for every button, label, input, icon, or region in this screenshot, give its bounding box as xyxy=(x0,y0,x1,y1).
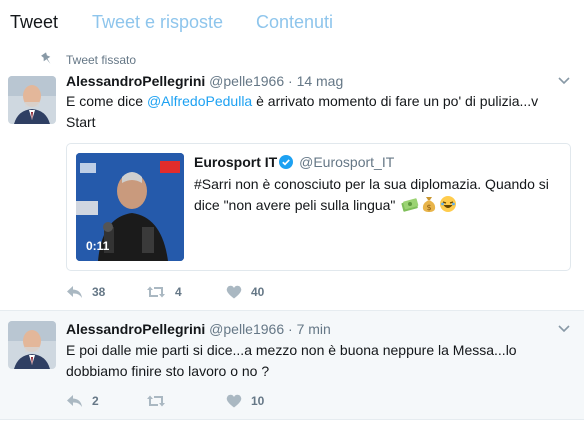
tweet-text: E come dice @AlfredoPedulla è arrivato m… xyxy=(66,91,566,133)
retweet-button[interactable] xyxy=(146,391,175,411)
caret-down-icon[interactable] xyxy=(558,325,570,333)
reply-icon xyxy=(67,286,82,298)
tweet-card[interactable]: AlessandroPellegrini @pelle1966 · 7 min … xyxy=(0,311,584,420)
video-thumbnail[interactable]: 0:11 xyxy=(76,153,184,261)
tweet-text: E poi dalle mie parti si dice...a mezzo … xyxy=(66,342,517,379)
quoted-tweet[interactable]: 0:11 Eurosport IT @Eurosport_IT #Sarri n… xyxy=(66,143,571,271)
tweet-card[interactable]: Tweet fissato AlessandroPellegrini @pell… xyxy=(0,44,584,311)
quoted-author-name: Eurosport IT xyxy=(194,154,278,170)
avatar[interactable] xyxy=(8,76,56,124)
pinned-label: Tweet fissato xyxy=(66,53,137,67)
like-button[interactable]: 10 xyxy=(226,391,264,411)
separator-dot: · xyxy=(288,73,293,89)
reply-button[interactable]: 38 xyxy=(66,282,105,302)
retweet-button[interactable]: 4 xyxy=(146,282,182,302)
moneybag-emoji: $ xyxy=(423,197,436,212)
tweet-time[interactable]: 7 min xyxy=(297,321,331,337)
tab-tweet[interactable]: Tweet xyxy=(10,11,58,33)
svg-text:$: $ xyxy=(427,203,432,212)
laughing-emoji xyxy=(440,196,457,212)
author-name[interactable]: AlessandroPellegrini xyxy=(66,321,205,337)
tab-contenuti[interactable]: Contenuti xyxy=(256,11,333,33)
like-count: 10 xyxy=(251,394,265,408)
quoted-header: Eurosport IT @Eurosport_IT xyxy=(194,153,394,171)
caret-down-icon[interactable] xyxy=(558,77,570,85)
author-handle[interactable]: @pelle1966 xyxy=(209,321,284,337)
tweet-header: AlessandroPellegrini @pelle1966 · 14 mag xyxy=(66,72,343,90)
like-button[interactable]: 40 xyxy=(226,282,264,302)
author-name[interactable]: AlessandroPellegrini xyxy=(66,73,205,89)
heart-icon xyxy=(226,285,242,299)
author-handle[interactable]: @pelle1966 xyxy=(209,73,284,89)
retweet-icon xyxy=(147,395,165,407)
quoted-author-handle: @Eurosport_IT xyxy=(299,154,395,170)
reply-count: 2 xyxy=(92,394,99,408)
tweet-time[interactable]: 14 mag xyxy=(297,73,344,89)
profile-tabs: Tweet Tweet e risposte Contenuti xyxy=(0,0,584,45)
retweet-icon xyxy=(147,286,165,298)
reply-icon xyxy=(67,395,82,407)
separator-dot: · xyxy=(288,321,293,337)
pin-icon xyxy=(41,52,51,64)
heart-icon xyxy=(226,394,242,408)
quoted-text-body: #Sarri non è conosciuto per la sua diplo… xyxy=(194,176,549,213)
quoted-text: #Sarri non è conosciuto per la sua diplo… xyxy=(194,174,559,216)
money-emoji xyxy=(401,198,419,212)
tweet-header: AlessandroPellegrini @pelle1966 · 7 min xyxy=(66,320,331,338)
verified-icon xyxy=(279,155,294,169)
retweet-count: 4 xyxy=(175,285,182,299)
like-count: 40 xyxy=(251,285,265,299)
video-duration: 0:11 xyxy=(86,239,110,253)
tab-tweet-e-risposte[interactable]: Tweet e risposte xyxy=(92,11,223,33)
mention-link[interactable]: @AlfredoPedulla xyxy=(147,93,252,109)
reply-count: 38 xyxy=(92,285,106,299)
tweet-text-part: E come dice xyxy=(66,93,147,109)
avatar[interactable] xyxy=(8,321,56,369)
reply-button[interactable]: 2 xyxy=(66,391,99,411)
